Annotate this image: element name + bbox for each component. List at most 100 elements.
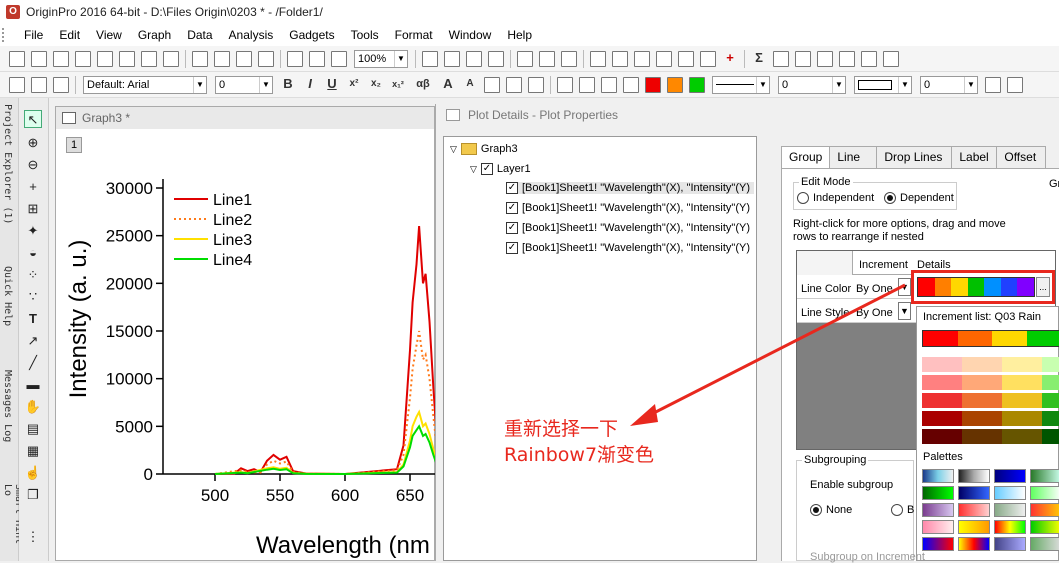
import-wizard-icon[interactable] (309, 51, 325, 67)
plot-checkbox[interactable]: ✓ (506, 222, 518, 234)
none-radio-circle[interactable] (810, 504, 822, 516)
menu-window[interactable]: Window (441, 24, 500, 46)
results-log-icon[interactable] (539, 51, 555, 67)
color-details-highlight[interactable]: ... (911, 270, 1055, 304)
palette-swatch[interactable] (922, 469, 954, 483)
border-combo[interactable]: ▼ (854, 76, 912, 94)
chevron-down-icon[interactable]: ▼ (832, 77, 845, 93)
menu-analysis[interactable]: Analysis (221, 24, 282, 46)
by-radio-circle[interactable] (891, 504, 903, 516)
dependent-radio[interactable]: Dependent (884, 192, 954, 204)
palette-swatch[interactable] (1030, 520, 1059, 534)
shade-swatch[interactable] (1002, 411, 1042, 426)
shade-swatch[interactable] (962, 429, 1002, 444)
palette-grid[interactable] (922, 469, 1059, 559)
tab-quick-help[interactable]: Quick Help (2, 266, 13, 326)
graph-tool-icon[interactable]: ▦ (24, 442, 42, 460)
find-icon[interactable] (590, 51, 606, 67)
recalculate-icon[interactable] (331, 51, 347, 67)
add-app-icon[interactable]: + (722, 51, 738, 67)
align-center-icon[interactable] (506, 77, 522, 93)
fill-color-icon[interactable] (557, 77, 573, 93)
plot-checkbox[interactable]: ✓ (506, 202, 518, 214)
data-reader-tool-icon[interactable]: ⊞ (24, 200, 42, 218)
new-project-icon[interactable] (9, 51, 25, 67)
supersub-icon[interactable]: x₁² (390, 77, 406, 93)
tab-label[interactable]: Label (951, 146, 997, 168)
shade-swatch[interactable] (962, 375, 1002, 390)
save-template-icon[interactable] (258, 51, 274, 67)
menu-edit[interactable]: Edit (51, 24, 88, 46)
menu-help[interactable]: Help (499, 24, 540, 46)
by-radio[interactable]: B (891, 504, 914, 516)
pattern-icon[interactable] (579, 77, 595, 93)
new-workbook-icon[interactable] (31, 51, 47, 67)
tree-plot-item[interactable]: ✓[Book1]Sheet1! "Wavelength"(X), "Intens… (506, 242, 750, 254)
palette-swatch[interactable] (994, 537, 1026, 551)
align-left-icon[interactable] (484, 77, 500, 93)
palette-swatch[interactable] (958, 486, 990, 500)
hand-tool-icon[interactable]: ☝ (24, 464, 42, 482)
shade-swatch[interactable] (922, 357, 962, 372)
layers-tool-icon[interactable]: ❐ (24, 486, 42, 504)
shade-swatch[interactable] (1042, 411, 1059, 426)
shade-swatch[interactable] (1002, 375, 1042, 390)
shade-swatch[interactable] (1042, 429, 1059, 444)
shade-swatch[interactable] (1042, 375, 1059, 390)
sort-icon[interactable] (795, 51, 811, 67)
plot-checkbox[interactable]: ✓ (506, 242, 518, 254)
bring-front-icon[interactable] (985, 77, 1001, 93)
open-icon[interactable] (192, 51, 208, 67)
palette-swatch[interactable] (1030, 503, 1059, 517)
cut-icon[interactable] (9, 77, 25, 93)
underline-icon[interactable]: U (324, 77, 340, 93)
graph-window[interactable]: Graph3 * 1 05000100001500020000250003000… (55, 106, 435, 561)
shade-swatch[interactable] (922, 411, 962, 426)
superscript-icon[interactable]: x² (346, 77, 362, 93)
send-back-icon[interactable] (1007, 77, 1023, 93)
graph-window-header[interactable]: Graph3 * (56, 107, 434, 129)
line-tool-icon[interactable]: ╱ (24, 354, 42, 372)
add-layer-tool-icon[interactable]: ▤ (24, 420, 42, 438)
rectangle-tool-icon[interactable]: ▬ (24, 376, 42, 394)
line-chart-icon[interactable] (861, 51, 877, 67)
menu-data[interactable]: Data (179, 24, 220, 46)
spectrum-chart[interactable]: 0500010000150002000025000300005005506006… (56, 129, 436, 562)
screen-reader-tool-icon[interactable]: + (24, 178, 42, 196)
copy-page-icon[interactable] (444, 51, 460, 67)
help-icon[interactable] (656, 51, 672, 67)
tab-line[interactable]: Line (829, 146, 877, 168)
chevron-down-icon[interactable]: ▼ (394, 51, 407, 67)
palette-swatch[interactable] (1030, 486, 1059, 500)
orange-color-icon[interactable] (667, 77, 683, 93)
refresh-icon[interactable] (466, 51, 482, 67)
collapse-icon[interactable]: ▽ (470, 164, 477, 175)
scatter-chart-icon[interactable] (883, 51, 899, 67)
menu-file[interactable]: File (16, 24, 51, 46)
code-builder-icon[interactable] (517, 51, 533, 67)
shade-swatch[interactable] (922, 429, 962, 444)
chevron-down-icon[interactable]: ▼ (964, 77, 977, 93)
palette-swatch[interactable] (958, 520, 990, 534)
subscript-icon[interactable]: x₂ (368, 77, 384, 93)
shade-swatch[interactable] (922, 375, 962, 390)
palette-swatch[interactable] (922, 503, 954, 517)
shade-swatch[interactable] (1002, 393, 1042, 408)
line-color-icon[interactable] (601, 77, 617, 93)
palette-swatch[interactable] (994, 486, 1026, 500)
palette-swatch[interactable] (1030, 469, 1059, 483)
greek-icon[interactable]: αβ (412, 77, 434, 93)
mask-tool-icon[interactable]: ◒ (24, 244, 42, 262)
shade-swatch[interactable] (1042, 393, 1059, 408)
new-excel-icon[interactable] (163, 51, 179, 67)
zoom-in-tool-icon[interactable]: ⊕ (24, 134, 42, 152)
paste-icon[interactable] (53, 77, 69, 93)
red-color-icon[interactable] (645, 77, 661, 93)
green-color-icon[interactable] (689, 77, 705, 93)
tab-offset[interactable]: Offset (996, 146, 1046, 168)
zoom-out-tool-icon[interactable]: ⊖ (24, 156, 42, 174)
align-right-icon[interactable] (528, 77, 544, 93)
chevron-down-icon[interactable]: ▼ (259, 77, 272, 93)
palette-swatch[interactable] (1030, 537, 1059, 551)
tab-project-explorer[interactable]: Project Explorer (1) (2, 104, 13, 224)
